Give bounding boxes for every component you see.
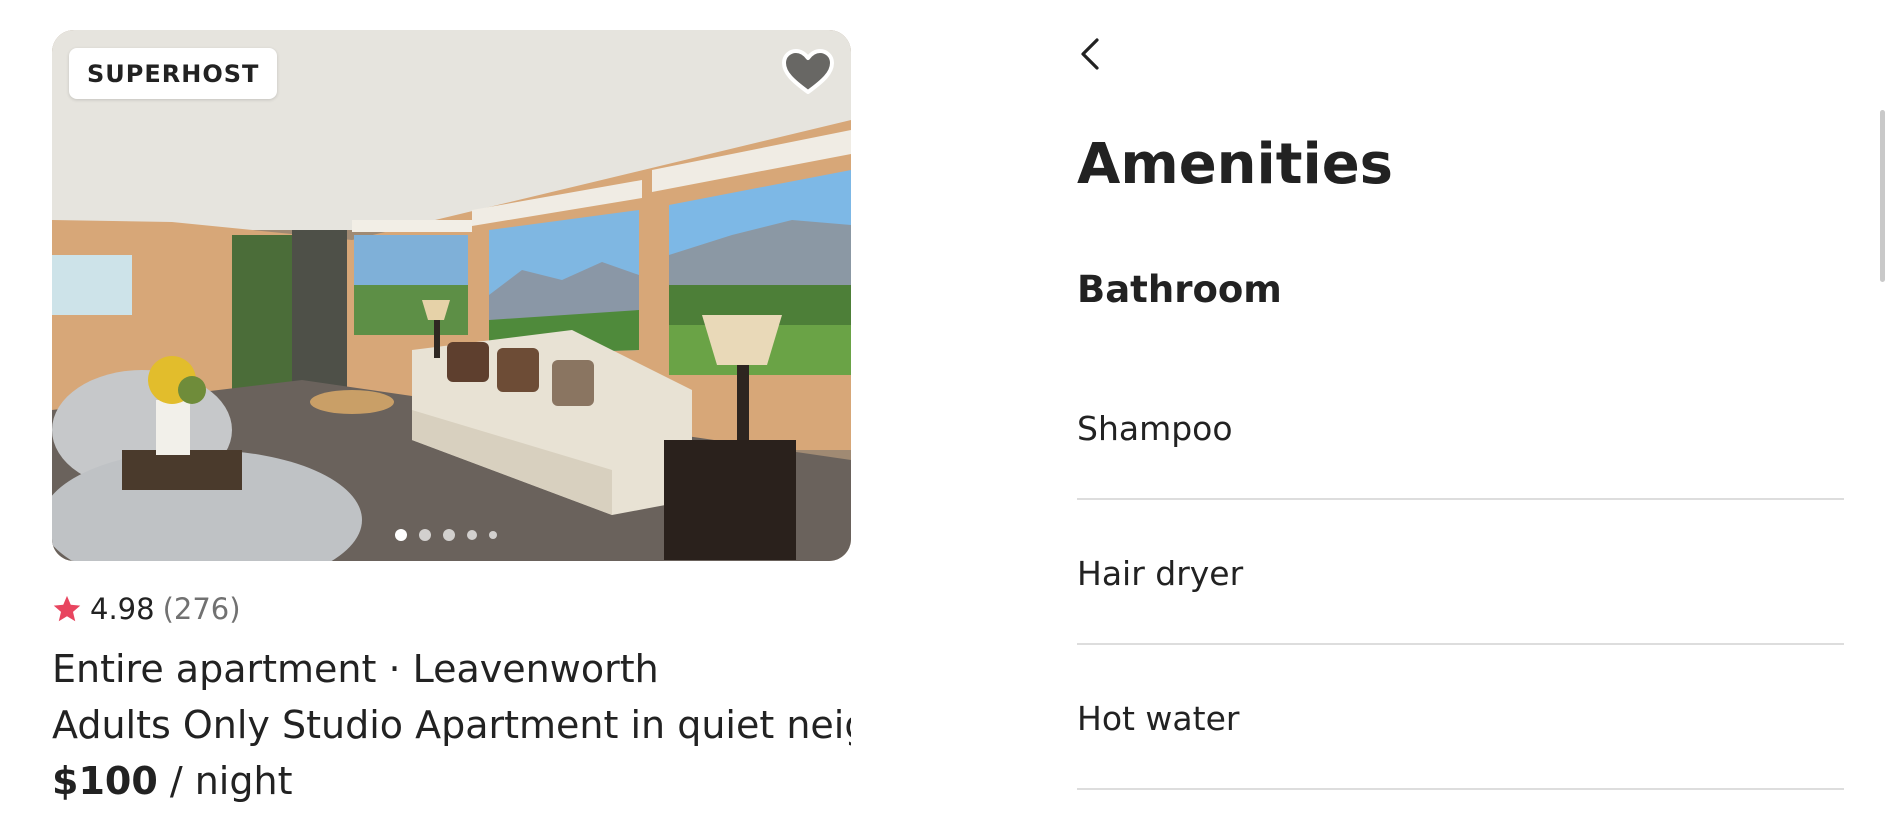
- star-icon: [53, 595, 81, 622]
- amenity-item: Hair dryer: [1077, 500, 1844, 645]
- carousel-dot[interactable]: [489, 531, 497, 539]
- listing-photo-image: [52, 30, 851, 561]
- amenity-item: Shampoo: [1077, 355, 1844, 500]
- review-count: (276): [162, 592, 241, 626]
- listing-type: Entire apartment · Leavenworth: [52, 647, 659, 691]
- amenities-title: Amenities: [1077, 132, 1394, 197]
- carousel-dot[interactable]: [395, 529, 407, 541]
- listing-name: Adults Only Studio Apartment in quiet ne…: [52, 703, 851, 747]
- chevron-left-icon[interactable]: [1077, 36, 1105, 72]
- heart-icon[interactable]: [781, 48, 835, 96]
- rating-score: 4.98: [90, 592, 155, 626]
- price-unit: / night: [157, 759, 293, 803]
- carousel-dot[interactable]: [467, 530, 477, 540]
- scrollbar[interactable]: [1880, 110, 1885, 282]
- listing-card[interactable]: SUPERHOST 4.98 (276) Entire apartment · …: [52, 30, 851, 803]
- amenities-panel: Amenities Bathroom Shampoo Hair dryer Ho…: [1077, 0, 1844, 836]
- price-amount: $100: [52, 759, 158, 803]
- carousel-dots: [395, 529, 497, 541]
- listing-price: $100 / night: [52, 759, 851, 803]
- section-heading-bathroom: Bathroom: [1077, 268, 1282, 311]
- rating: 4.98 (276): [52, 589, 851, 629]
- superhost-badge: SUPERHOST: [69, 48, 278, 99]
- amenity-list: Shampoo Hair dryer Hot water: [1077, 355, 1844, 790]
- carousel-dot[interactable]: [443, 529, 455, 541]
- carousel-dot[interactable]: [419, 529, 431, 541]
- listing-photo[interactable]: SUPERHOST: [52, 30, 851, 561]
- amenity-item: Hot water: [1077, 645, 1844, 790]
